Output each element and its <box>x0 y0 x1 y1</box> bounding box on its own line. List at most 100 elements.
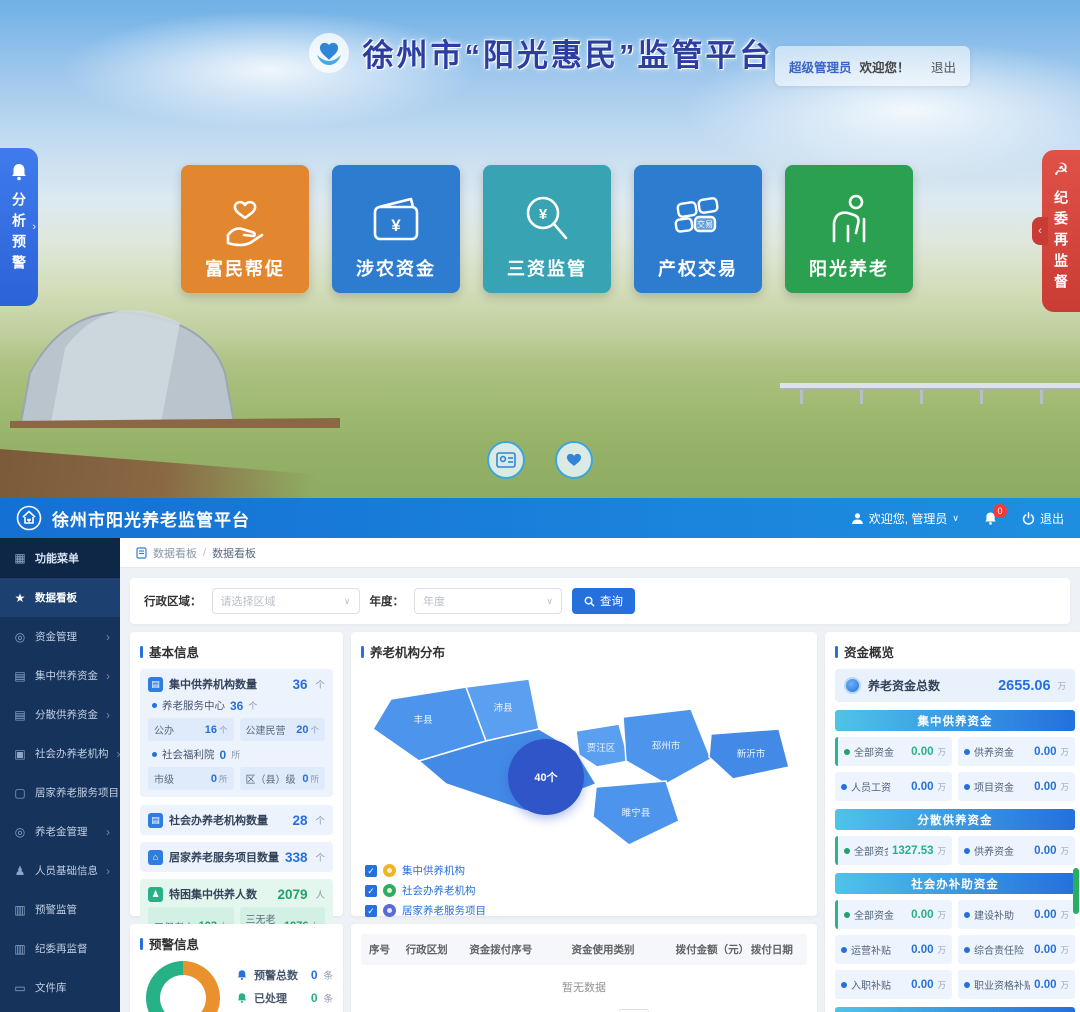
sidebar-item-discipline-supervision[interactable]: ▥ 纪委再监督 <box>0 929 120 968</box>
map-count-bubble[interactable]: 40个 <box>508 739 584 815</box>
sub-label: 社会福利院 <box>162 747 215 762</box>
fund-unit: 万 <box>1061 845 1070 857</box>
checkbox-checked[interactable]: ✓ <box>365 885 377 897</box>
map-region-label[interactable]: 新沂市 <box>737 746 766 760</box>
sidebar-item-social-elderly-institutions[interactable]: ▣ 社会办养老机构 › <box>0 734 120 773</box>
col-header-serial: 资金拨付序号 <box>469 942 571 957</box>
chip-value: 16 <box>205 724 217 736</box>
bullet-icon <box>841 982 847 988</box>
table-header-row: 序号 行政区划 资金拨付序号 资金使用类别 拨付金额（元） 拨付日期 <box>361 934 807 965</box>
basic-info-panel: 基本信息 ▤ 集中供养机构数量 36 个 养老服务中心 36 个 <box>130 632 343 916</box>
warning-info-panel: 预警信息 预警总数 0 条 已处理 <box>130 924 343 1012</box>
checkbox-checked[interactable]: ✓ <box>365 865 377 877</box>
id-card-button[interactable] <box>487 441 525 479</box>
stat-label: 集中供养机构数量 <box>169 676 257 692</box>
sidebar-item-home-care-projects[interactable]: ▢ 居家养老服务项目 › <box>0 773 120 812</box>
discipline-supervision-tab[interactable]: ☭ 纪委再监督 ‹ <box>1042 150 1080 312</box>
blocks-trade-icon: 交易 <box>668 189 728 253</box>
tile-chanquan-jiaoyi[interactable]: 交易 产权交易 <box>634 165 762 293</box>
bell-icon <box>9 162 29 182</box>
sidebar-item-personnel-basic-info[interactable]: ♟ 人员基础信息 › <box>0 851 120 890</box>
fund-label: 职业资格补贴 <box>974 977 1030 992</box>
tile-sanzi-jianguan[interactable]: ¥ 三资监管 <box>483 165 611 293</box>
checkbox-checked[interactable]: ✓ <box>365 905 377 917</box>
sidebar-item-pension-management[interactable]: ◎ 养老金管理 › <box>0 812 120 851</box>
tile-fumin-bangcu[interactable]: 富民帮促 <box>181 165 309 293</box>
chip-unit: 所 <box>311 773 320 785</box>
notifications-button[interactable]: 0 <box>983 511 998 526</box>
region-select[interactable]: 请选择区域 ∨ <box>212 588 360 614</box>
tile-label: 产权交易 <box>634 255 762 281</box>
fund-label: 建设补助 <box>974 907 1014 922</box>
tab-label: 纪委再监督 <box>1051 190 1071 295</box>
sidebar-item-label: 人员基础信息 <box>35 863 98 878</box>
coins-icon: ◎ <box>13 825 27 839</box>
legend-label: 集中供养机构 <box>402 863 465 878</box>
sidebar-item-centralized-support-funds[interactable]: ▤ 集中供养资金 › <box>0 656 120 695</box>
folder-icon: ▭ <box>13 981 27 995</box>
pin-icon-yellow <box>383 864 396 877</box>
sub-unit: 所 <box>231 748 240 761</box>
stat-card-social-institutions: ▤ 社会办养老机构数量 28 个 <box>140 805 333 835</box>
section-header-homecare-subsidy: 居家养老补助资金 <box>835 1007 1075 1012</box>
fund-unit: 万 <box>938 909 947 921</box>
fund-label: 全部资金 <box>854 907 894 922</box>
col-header-index: 序号 <box>369 942 406 957</box>
chevron-right-icon[interactable]: › <box>32 221 36 233</box>
chevron-left-icon[interactable]: ‹ <box>1032 217 1048 245</box>
map-regions <box>361 669 807 861</box>
map-region-label[interactable]: 沛县 <box>494 700 513 714</box>
chip-value: 0 <box>211 773 217 785</box>
hero-logout-button[interactable]: 退出 <box>931 57 956 76</box>
fund-label: 供养资金 <box>974 843 1014 858</box>
page: 徐州市“阳光惠民”监管平台 超级管理员 欢迎您！ 退出 富民帮促 ¥ <box>0 0 1080 1012</box>
stat-unit: 个 <box>316 850 326 864</box>
tile-yangguang-yanglao[interactable]: 阳光养老 <box>785 165 913 293</box>
bridge-decor <box>780 383 1080 390</box>
sidebar-item-data-dashboard[interactable]: ★ 数据看板 <box>0 578 120 617</box>
scrollbar-thumb[interactable] <box>1073 868 1079 914</box>
module-tiles: 富民帮促 ¥ 涉农资金 ¥ 三资监管 <box>181 165 913 293</box>
bullet-icon <box>841 784 847 790</box>
stat-unit: 个 <box>316 813 326 827</box>
year-select[interactable]: 年度 ∨ <box>414 588 562 614</box>
health-care-button[interactable] <box>555 441 593 479</box>
bullet-icon <box>964 749 970 755</box>
folder-icon: ▤ <box>13 669 27 683</box>
logout-button[interactable]: 退出 <box>1022 510 1064 527</box>
breadcrumb-root[interactable]: 数据看板 <box>153 545 197 561</box>
stat-value: 0 <box>311 991 318 1005</box>
sidebar-item-log-management[interactable]: ✎ 日志管理 › <box>0 1007 120 1012</box>
analysis-warning-tab[interactable]: 分析预警 › <box>0 148 38 306</box>
map-region-label[interactable]: 丰县 <box>414 712 433 726</box>
stat-value: 0 <box>311 968 318 982</box>
search-button[interactable]: 查询 <box>572 588 635 614</box>
fund-unit: 万 <box>938 781 947 793</box>
sidebar-item-decentralized-support-funds[interactable]: ▤ 分散供养资金 › <box>0 695 120 734</box>
map-region-label[interactable]: 邳州市 <box>652 738 681 752</box>
fund-value: 1327.53 <box>892 845 934 857</box>
sidebar-item-warning-supervision[interactable]: ▥ 预警监管 <box>0 890 120 929</box>
sidebar-item-funds-management[interactable]: ◎ 资金管理 › <box>0 617 120 656</box>
chip-city-level: 市级 0 所 <box>148 767 234 790</box>
xuzhou-map[interactable]: 丰县 沛县 贾汪区 邳州市 新沂市 睢宁县 40个 <box>361 669 807 861</box>
title-bar-decor <box>140 646 143 658</box>
panel-title: 基本信息 <box>149 642 199 661</box>
sidebar-item-file-library[interactable]: ▭ 文件库 <box>0 968 120 1007</box>
breadcrumb-separator: / <box>203 547 206 559</box>
hero-floating-buttons <box>487 441 593 479</box>
legend-row-centralized: ✓ 集中供养机构 <box>365 863 807 878</box>
section-header-social-subsidy: 社会办补助资金 <box>835 873 1075 894</box>
hero-banner: 徐州市“阳光惠民”监管平台 超级管理员 欢迎您！ 退出 富民帮促 ¥ <box>0 0 1080 498</box>
topbar-user-menu[interactable]: 欢迎您, 管理员 ∨ <box>851 510 959 527</box>
sidebar: ▦ 功能菜单 ★ 数据看板 ◎ 资金管理 › ▤ 集中供养资金 › ▤ 分散供养… <box>0 538 120 1012</box>
tile-label: 阳光养老 <box>785 255 913 281</box>
notification-badge: 0 <box>993 504 1007 518</box>
tile-shenong-zijin[interactable]: ¥ 涉农资金 <box>332 165 460 293</box>
chevron-right-icon: › <box>106 864 110 878</box>
fund-label: 供养资金 <box>974 744 1014 759</box>
map-region-label[interactable]: 睢宁县 <box>622 805 651 819</box>
fund-unit: 万 <box>938 979 947 991</box>
map-region-label[interactable]: 贾汪区 <box>587 740 616 754</box>
stat-card-homecare-projects: ⌂ 居家养老服务项目数量 338 个 <box>140 842 333 872</box>
